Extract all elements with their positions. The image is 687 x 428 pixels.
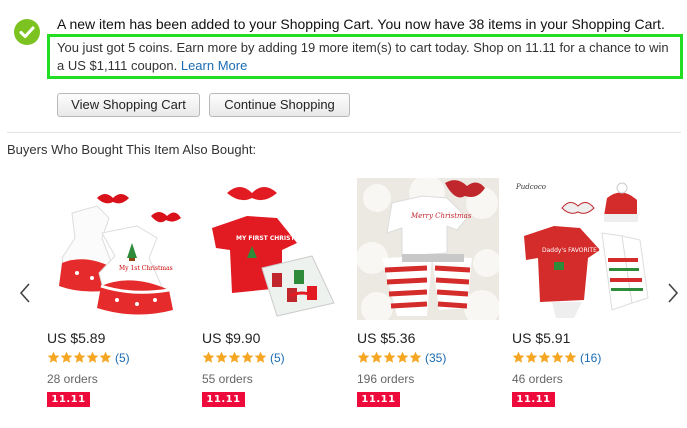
order-count: 46 orders bbox=[512, 372, 563, 386]
check-circle-icon bbox=[14, 19, 40, 45]
star-icon bbox=[47, 351, 112, 364]
continue-shopping-button[interactable]: Continue Shopping bbox=[209, 93, 350, 117]
product-card[interactable]: MY FIRST CHRISTMAS US $9.90 (5) 55 order… bbox=[202, 178, 344, 407]
star-icon bbox=[396, 351, 409, 364]
product-rating: (5) bbox=[47, 350, 130, 365]
product-price: US $5.36 bbox=[357, 330, 416, 346]
star-icon bbox=[409, 351, 422, 364]
product-rating: (5) bbox=[202, 350, 285, 365]
product-rating: (35) bbox=[357, 350, 446, 365]
star-icon bbox=[525, 351, 538, 364]
star-icon bbox=[370, 351, 383, 364]
product-price: US $5.91 bbox=[512, 330, 571, 346]
star-icon bbox=[512, 351, 577, 364]
divider bbox=[7, 132, 681, 133]
eleven-eleven-badge: 11.11 bbox=[357, 392, 400, 407]
product-rating: (16) bbox=[512, 350, 601, 365]
star-icon bbox=[241, 351, 254, 364]
star-icon bbox=[564, 351, 577, 364]
product-image[interactable]: My 1st Christmas bbox=[47, 178, 189, 320]
order-count: 28 orders bbox=[47, 372, 98, 386]
product-card[interactable]: Merry Christmas US $5.36 (35) 196 orders… bbox=[357, 178, 499, 407]
cart-added-message: A new item has been added to your Shoppi… bbox=[57, 16, 665, 32]
star-icon bbox=[254, 351, 267, 364]
star-icon bbox=[538, 351, 551, 364]
p3-print-text: Merry Christmas bbox=[410, 212, 472, 220]
p4-print-text: Daddy's FAVORITE Gift bbox=[542, 247, 610, 254]
eleven-eleven-badge: 11.11 bbox=[512, 392, 555, 407]
product-price: US $9.90 bbox=[202, 330, 261, 346]
star-icon bbox=[60, 351, 73, 364]
product-price: US $5.89 bbox=[47, 330, 106, 346]
order-count: 196 orders bbox=[357, 372, 415, 386]
star-icon bbox=[357, 351, 370, 364]
p2-print-text: MY FIRST CHRISTMAS bbox=[236, 235, 310, 242]
star-icon bbox=[73, 351, 86, 364]
star-icon bbox=[215, 351, 228, 364]
product-card[interactable]: Pudcoco Daddy's FAVORITE Gift US $5.91 (… bbox=[512, 178, 654, 407]
recommendations-title: Buyers Who Bought This Item Also Bought: bbox=[7, 142, 257, 157]
review-count-link[interactable]: (5) bbox=[270, 351, 285, 365]
star-icon bbox=[228, 351, 241, 364]
star-icon bbox=[86, 351, 99, 364]
eleven-eleven-badge: 11.11 bbox=[47, 392, 90, 407]
coins-promo-box: You just got 5 coins. Earn more by addin… bbox=[47, 34, 683, 79]
star-icon bbox=[383, 351, 396, 364]
review-count-link[interactable]: (16) bbox=[580, 351, 601, 365]
product-image[interactable]: Pudcoco Daddy's FAVORITE Gift bbox=[512, 178, 654, 320]
learn-more-link[interactable]: Learn More bbox=[181, 58, 247, 73]
eleven-eleven-badge: 11.11 bbox=[202, 392, 245, 407]
star-icon bbox=[551, 351, 564, 364]
star-icon bbox=[47, 351, 60, 364]
review-count-link[interactable]: (5) bbox=[115, 351, 130, 365]
view-shopping-cart-button[interactable]: View Shopping Cart bbox=[57, 93, 200, 117]
product-card[interactable]: My 1st Christmas US $5.89 (5) 28 orders … bbox=[47, 178, 189, 407]
chevron-left-icon[interactable] bbox=[18, 282, 32, 304]
p1-print-text: My 1st Christmas bbox=[119, 265, 173, 272]
product-image[interactable]: MY FIRST CHRISTMAS bbox=[202, 178, 344, 320]
star-icon bbox=[202, 351, 215, 364]
promo-text: You just got 5 coins. Earn more by addin… bbox=[57, 40, 669, 73]
star-icon bbox=[99, 351, 112, 364]
order-count: 55 orders bbox=[202, 372, 253, 386]
review-count-link[interactable]: (35) bbox=[425, 351, 446, 365]
star-icon bbox=[512, 351, 525, 364]
chevron-right-icon[interactable] bbox=[666, 282, 680, 304]
star-icon bbox=[202, 351, 267, 364]
product-image[interactable]: Merry Christmas bbox=[357, 178, 499, 320]
star-icon bbox=[357, 351, 422, 364]
p4-brand-text: Pudcoco bbox=[515, 183, 546, 191]
